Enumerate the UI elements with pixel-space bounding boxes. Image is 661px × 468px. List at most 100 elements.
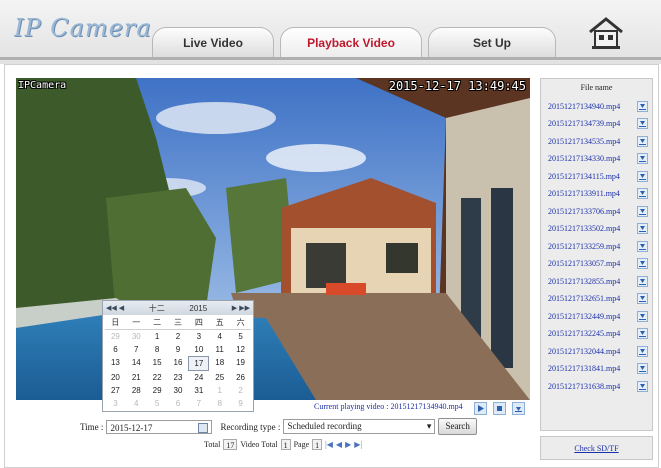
calendar-day[interactable]: 26 [230, 371, 251, 384]
tab-playback-video[interactable]: Playback Video [280, 27, 422, 58]
last-page-icon[interactable]: ▶| [354, 440, 362, 449]
calendar-day[interactable]: 6 [168, 397, 189, 410]
calendar-day-selected[interactable]: 17 [188, 356, 210, 371]
calendar-day[interactable]: 29 [105, 330, 126, 343]
file-name[interactable]: 20151217132449.mp4 [548, 312, 620, 321]
file-name[interactable]: 20151217132044.mp4 [548, 347, 620, 356]
calendar-day[interactable]: 16 [168, 356, 189, 369]
file-list-item[interactable]: 20151217132245.mp4 [548, 328, 648, 340]
prev-month-icon[interactable]: ◀ [119, 304, 124, 312]
calendar-day[interactable]: 28 [126, 384, 147, 397]
calendar-day[interactable]: 5 [147, 397, 168, 410]
calendar-day[interactable]: 6 [105, 343, 126, 356]
file-list-item[interactable]: 20151217132651.mp4 [548, 293, 648, 305]
calendar-day[interactable]: 11 [209, 343, 230, 356]
file-list-item[interactable]: 20151217132449.mp4 [548, 310, 648, 322]
calendar-day[interactable]: 14 [126, 356, 147, 369]
time-input[interactable]: 2015-12-17 [106, 419, 213, 434]
stop-icon[interactable] [493, 402, 506, 415]
file-list-item[interactable]: 20151217132855.mp4 [548, 275, 648, 287]
tab-live-video[interactable]: Live Video [152, 27, 274, 58]
download-icon[interactable] [637, 170, 648, 182]
download-icon[interactable] [637, 135, 648, 147]
video-player[interactable]: IPCamera 2015-12-17 13:49:45 [16, 78, 530, 400]
file-list-item[interactable]: 20151217133057.mp4 [548, 258, 648, 270]
download-icon[interactable] [637, 188, 648, 199]
file-name[interactable]: 20151217133502.mp4 [548, 224, 620, 233]
home-icon[interactable] [588, 16, 624, 50]
calendar-day[interactable]: 1 [209, 384, 230, 397]
download-icon[interactable] [637, 363, 648, 374]
calendar-day[interactable]: 10 [188, 343, 209, 356]
download-icon[interactable] [637, 223, 648, 234]
calendar-day[interactable]: 9 [230, 397, 251, 410]
calendar-day[interactable]: 5 [230, 330, 251, 343]
calendar-day[interactable]: 23 [168, 371, 189, 384]
file-name[interactable]: 20151217132855.mp4 [548, 277, 620, 286]
calendar-day[interactable]: 30 [126, 330, 147, 343]
calendar-day[interactable]: 18 [209, 356, 230, 369]
calendar-day[interactable]: 13 [105, 356, 126, 369]
calendar-day[interactable]: 8 [147, 343, 168, 356]
calendar-day[interactable]: 3 [105, 397, 126, 410]
file-list-item[interactable]: 20151217133259.mp4 [548, 240, 648, 252]
calendar-day[interactable]: 7 [126, 343, 147, 356]
calendar-day[interactable]: 3 [188, 330, 209, 343]
calendar-day[interactable]: 8 [209, 397, 230, 410]
tab-set-up[interactable]: Set Up [428, 27, 556, 58]
download-icon[interactable] [637, 240, 648, 252]
calendar-day[interactable]: 29 [147, 384, 168, 397]
download-icon[interactable] [637, 205, 648, 217]
file-name[interactable]: 20151217133911.mp4 [548, 189, 620, 198]
file-name[interactable]: 20151217131638.mp4 [548, 382, 620, 391]
search-button[interactable]: Search [438, 418, 477, 435]
file-list-item[interactable]: 20151217131841.mp4 [548, 363, 648, 375]
file-name[interactable]: 20151217134535.mp4 [548, 137, 620, 146]
file-list-item[interactable]: 20151217133911.mp4 [548, 188, 648, 200]
download-icon[interactable] [637, 328, 648, 339]
file-list-item[interactable]: 20151217132044.mp4 [548, 345, 648, 357]
calendar-day[interactable]: 4 [209, 330, 230, 343]
calendar-day[interactable]: 22 [147, 371, 168, 384]
calendar-day[interactable]: 25 [209, 371, 230, 384]
file-list-item[interactable]: 20151217134739.mp4 [548, 118, 648, 130]
calendar-day[interactable]: 20 [105, 371, 126, 384]
download-icon[interactable] [637, 310, 648, 322]
file-name[interactable]: 20151217134739.mp4 [548, 119, 620, 128]
file-name[interactable]: 20151217132245.mp4 [548, 329, 620, 338]
calendar-day[interactable]: 27 [105, 384, 126, 397]
calendar-day[interactable]: 21 [126, 371, 147, 384]
download-icon[interactable] [637, 100, 648, 112]
calendar-day[interactable]: 7 [188, 397, 209, 410]
download-icon[interactable] [512, 402, 525, 415]
next-year-icon[interactable]: ▶▶ [239, 304, 250, 312]
download-icon[interactable] [637, 258, 648, 269]
file-list-item[interactable]: 20151217133502.mp4 [548, 223, 648, 235]
prev-year-icon[interactable]: ◀◀ [106, 304, 117, 312]
download-icon[interactable] [637, 275, 648, 287]
file-list-item[interactable]: 20151217131638.mp4 [548, 380, 648, 392]
calendar-icon[interactable] [198, 422, 209, 433]
file-name[interactable]: 20151217133706.mp4 [548, 207, 620, 216]
check-sd-link[interactable]: Check SD/TF [574, 444, 618, 453]
calendar-day[interactable]: 2 [230, 384, 251, 397]
file-name[interactable]: 20151217133057.mp4 [548, 259, 620, 268]
download-icon[interactable] [637, 345, 648, 357]
calendar-day[interactable]: 31 [188, 384, 209, 397]
download-icon[interactable] [637, 118, 648, 129]
calendar-day[interactable]: 9 [168, 343, 189, 356]
calendar-day[interactable]: 4 [126, 397, 147, 410]
file-list-item[interactable]: 20151217134330.mp4 [548, 153, 648, 165]
download-icon[interactable] [637, 293, 648, 304]
recording-type-select[interactable]: Scheduled recording ▾ [283, 419, 436, 434]
calendar-day[interactable]: 24 [188, 371, 209, 384]
file-name[interactable]: 20151217133259.mp4 [548, 242, 620, 251]
next-month-icon[interactable]: ▶ [232, 304, 237, 312]
calendar-day[interactable]: 2 [168, 330, 189, 343]
calendar-day[interactable]: 19 [230, 356, 251, 369]
calendar-day[interactable]: 1 [147, 330, 168, 343]
file-list-item[interactable]: 20151217134115.mp4 [548, 170, 648, 182]
play-icon[interactable] [474, 402, 487, 415]
calendar-day[interactable]: 30 [168, 384, 189, 397]
next-page-icon[interactable]: ▶ [345, 440, 351, 449]
